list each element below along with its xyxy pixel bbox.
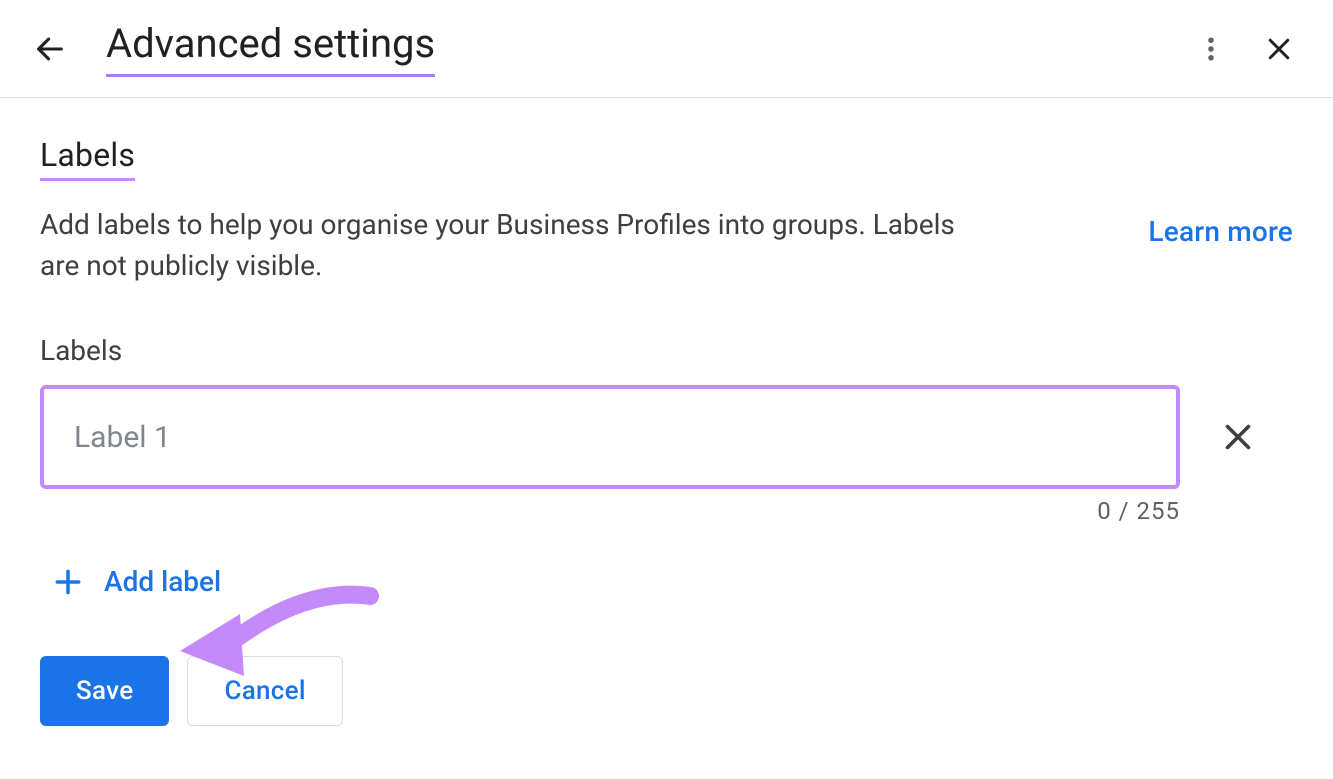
kebab-menu-icon [1196, 34, 1226, 64]
add-label-button[interactable]: Add label [40, 557, 233, 606]
cancel-button[interactable]: Cancel [187, 656, 342, 726]
learn-more-link[interactable]: Learn more [1148, 215, 1293, 248]
label-input-1[interactable] [40, 385, 1180, 489]
close-button[interactable] [1255, 25, 1303, 73]
remove-label-button[interactable] [1216, 415, 1260, 459]
content-area: Labels Add labels to help you organise y… [0, 98, 1333, 766]
description-row: Add labels to help you organise your Bus… [40, 205, 1293, 286]
add-label-text: Add label [104, 565, 221, 598]
labels-description: Add labels to help you organise your Bus… [40, 205, 970, 286]
labels-heading: Labels [40, 136, 135, 181]
char-counter: 0 / 255 [40, 497, 1180, 525]
plus-icon [52, 566, 84, 598]
back-button[interactable] [28, 27, 72, 71]
labels-field-label: Labels [40, 334, 1293, 367]
close-icon [1220, 419, 1256, 455]
page-title: Advanced settings [106, 20, 435, 77]
more-options-button[interactable] [1187, 25, 1235, 73]
close-icon [1264, 34, 1294, 64]
arrow-left-icon [33, 32, 67, 66]
action-buttons: Save Cancel [40, 656, 1293, 726]
save-button[interactable]: Save [40, 656, 169, 726]
header: Advanced settings [0, 0, 1333, 98]
label-input-row [40, 385, 1293, 489]
